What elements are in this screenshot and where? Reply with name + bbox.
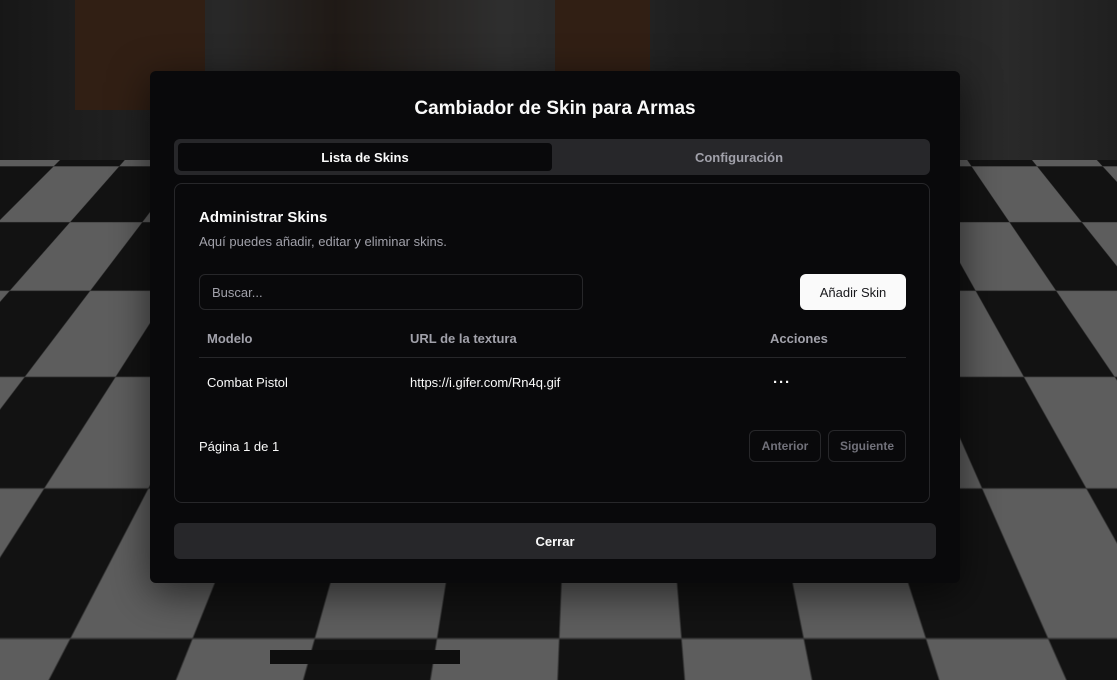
column-header-model: Modelo [207, 331, 253, 346]
tab-skin-list[interactable]: Lista de Skins [178, 143, 552, 171]
modal-title: Cambiador de Skin para Armas [414, 98, 696, 119]
previous-page-button[interactable]: Anterior [749, 430, 821, 462]
table-header: Modelo URL de la textura Acciones [199, 320, 906, 358]
close-button[interactable]: Cerrar [174, 523, 936, 559]
cell-model: Combat Pistol [207, 374, 288, 390]
more-actions-icon[interactable]: ··· [766, 368, 798, 396]
cell-actions: ··· [762, 368, 906, 396]
card-title: Administrar Skins [199, 209, 328, 226]
card-description: Aquí puedes añadir, editar y eliminar sk… [199, 234, 447, 249]
cell-texture-url: https://i.gifer.com/Rn4q.gif [410, 374, 561, 390]
next-page-button[interactable]: Siguiente [828, 430, 906, 462]
manage-skins-card: Administrar Skins Aquí puedes añadir, ed… [174, 183, 930, 503]
add-skin-button[interactable]: Añadir Skin [800, 274, 906, 310]
table-row: Combat Pistol https://i.gifer.com/Rn4q.g… [199, 358, 906, 406]
skins-table: Modelo URL de la textura Acciones Combat… [199, 320, 906, 406]
tab-list: Lista de Skins Configuración [174, 139, 930, 175]
pagination-info: Página 1 de 1 [199, 439, 280, 454]
column-header-actions: Acciones [770, 331, 828, 346]
tab-settings[interactable]: Configuración [552, 143, 926, 171]
skin-changer-modal: Cambiador de Skin para Armas Lista de Sk… [150, 71, 960, 583]
search-input[interactable] [199, 274, 583, 310]
column-header-texture-url: URL de la textura [410, 331, 517, 346]
